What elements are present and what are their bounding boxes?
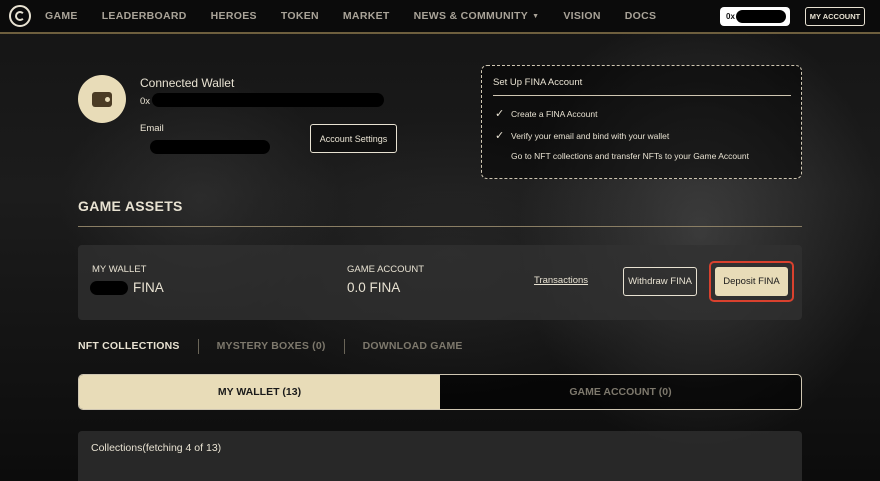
top-navbar: GAME LEADERBOARD HEROES TOKEN MARKET NEW…: [0, 0, 880, 34]
divider: [343, 338, 345, 354]
chevron-down-icon: ▼: [532, 12, 540, 20]
account-settings-button[interactable]: Account Settings: [310, 124, 397, 153]
connected-wallet-title: Connected Wallet: [140, 76, 235, 90]
nav-leaderboard[interactable]: LEADERBOARD: [102, 10, 187, 22]
nav-vision[interactable]: VISION: [563, 10, 600, 22]
deposit-highlight: Deposit FINA: [709, 261, 794, 302]
nav-game[interactable]: GAME: [45, 10, 78, 22]
logo-icon[interactable]: [9, 5, 31, 27]
setup-title: Set Up FINA Account: [493, 77, 583, 88]
nav-docs[interactable]: DOCS: [625, 10, 657, 22]
tab-nft-collections[interactable]: NFT COLLECTIONS: [78, 340, 180, 352]
divider: [78, 226, 802, 227]
avatar: [78, 75, 126, 123]
nav-heroes[interactable]: HEROES: [211, 10, 257, 22]
divider: [197, 338, 199, 354]
game-account-balance: 0.0 FINA: [347, 280, 401, 295]
game-account-label: GAME ACCOUNT: [347, 264, 425, 275]
wallet-icon: [92, 91, 112, 107]
segment-game-account[interactable]: GAME ACCOUNT (0): [440, 375, 801, 409]
setup-step[interactable]: Go to NFT collections and transfer NFTs …: [495, 151, 749, 161]
setup-step-label: Create a FINA Account: [511, 108, 598, 119]
my-account-button[interactable]: MY ACCOUNT: [805, 7, 865, 26]
collections-panel: Collections(fetching 4 of 13): [78, 431, 802, 481]
wallet-address-pill[interactable]: 0x: [720, 7, 790, 26]
setup-account-panel: Set Up FINA Account ✓ Create a FINA Acco…: [481, 65, 802, 179]
wallet-address: 0x: [140, 96, 151, 107]
redacted-email: [150, 140, 270, 154]
deposit-button[interactable]: Deposit FINA: [715, 267, 788, 296]
segment-my-wallet[interactable]: MY WALLET (13): [79, 375, 440, 409]
tab-mystery-boxes[interactable]: MYSTERY BOXES (0): [217, 340, 326, 352]
setup-step-label: Verify your email and bind with your wal…: [511, 130, 670, 141]
redacted-address: [152, 93, 384, 107]
tab-download-game[interactable]: DOWNLOAD GAME: [363, 340, 463, 352]
email-label: Email: [140, 123, 164, 134]
divider: [493, 95, 791, 96]
setup-step-label: Go to NFT collections and transfer NFTs …: [511, 151, 749, 161]
my-wallet-balance: FINA: [133, 280, 164, 295]
nav-token[interactable]: TOKEN: [281, 10, 319, 22]
wallet-segmented-control: MY WALLET (13) GAME ACCOUNT (0): [78, 374, 802, 410]
setup-step: ✓ Create a FINA Account: [495, 107, 597, 120]
balance-panel: MY WALLET FINA GAME ACCOUNT 0.0 FINA Tra…: [78, 245, 802, 320]
collections-status: Collections(fetching 4 of 13): [91, 442, 222, 454]
wallet-prefix: 0x: [726, 12, 735, 21]
transactions-link[interactable]: Transactions: [534, 275, 588, 286]
page-title: GAME ASSETS: [78, 198, 183, 214]
nav-news-community[interactable]: NEWS & COMMUNITY ▼: [414, 10, 540, 22]
redacted-address: [736, 10, 786, 23]
redacted-balance: [90, 281, 128, 295]
nav-market[interactable]: MARKET: [343, 10, 390, 22]
check-icon: ✓: [495, 108, 505, 120]
setup-step: ✓ Verify your email and bind with your w…: [495, 129, 669, 142]
my-wallet-label: MY WALLET: [92, 264, 147, 275]
withdraw-button[interactable]: Withdraw FINA: [623, 267, 697, 296]
check-icon: ✓: [495, 130, 505, 142]
tabs: NFT COLLECTIONS MYSTERY BOXES (0) DOWNLO…: [78, 338, 463, 354]
nav-news-community-label: NEWS & COMMUNITY: [413, 10, 529, 22]
